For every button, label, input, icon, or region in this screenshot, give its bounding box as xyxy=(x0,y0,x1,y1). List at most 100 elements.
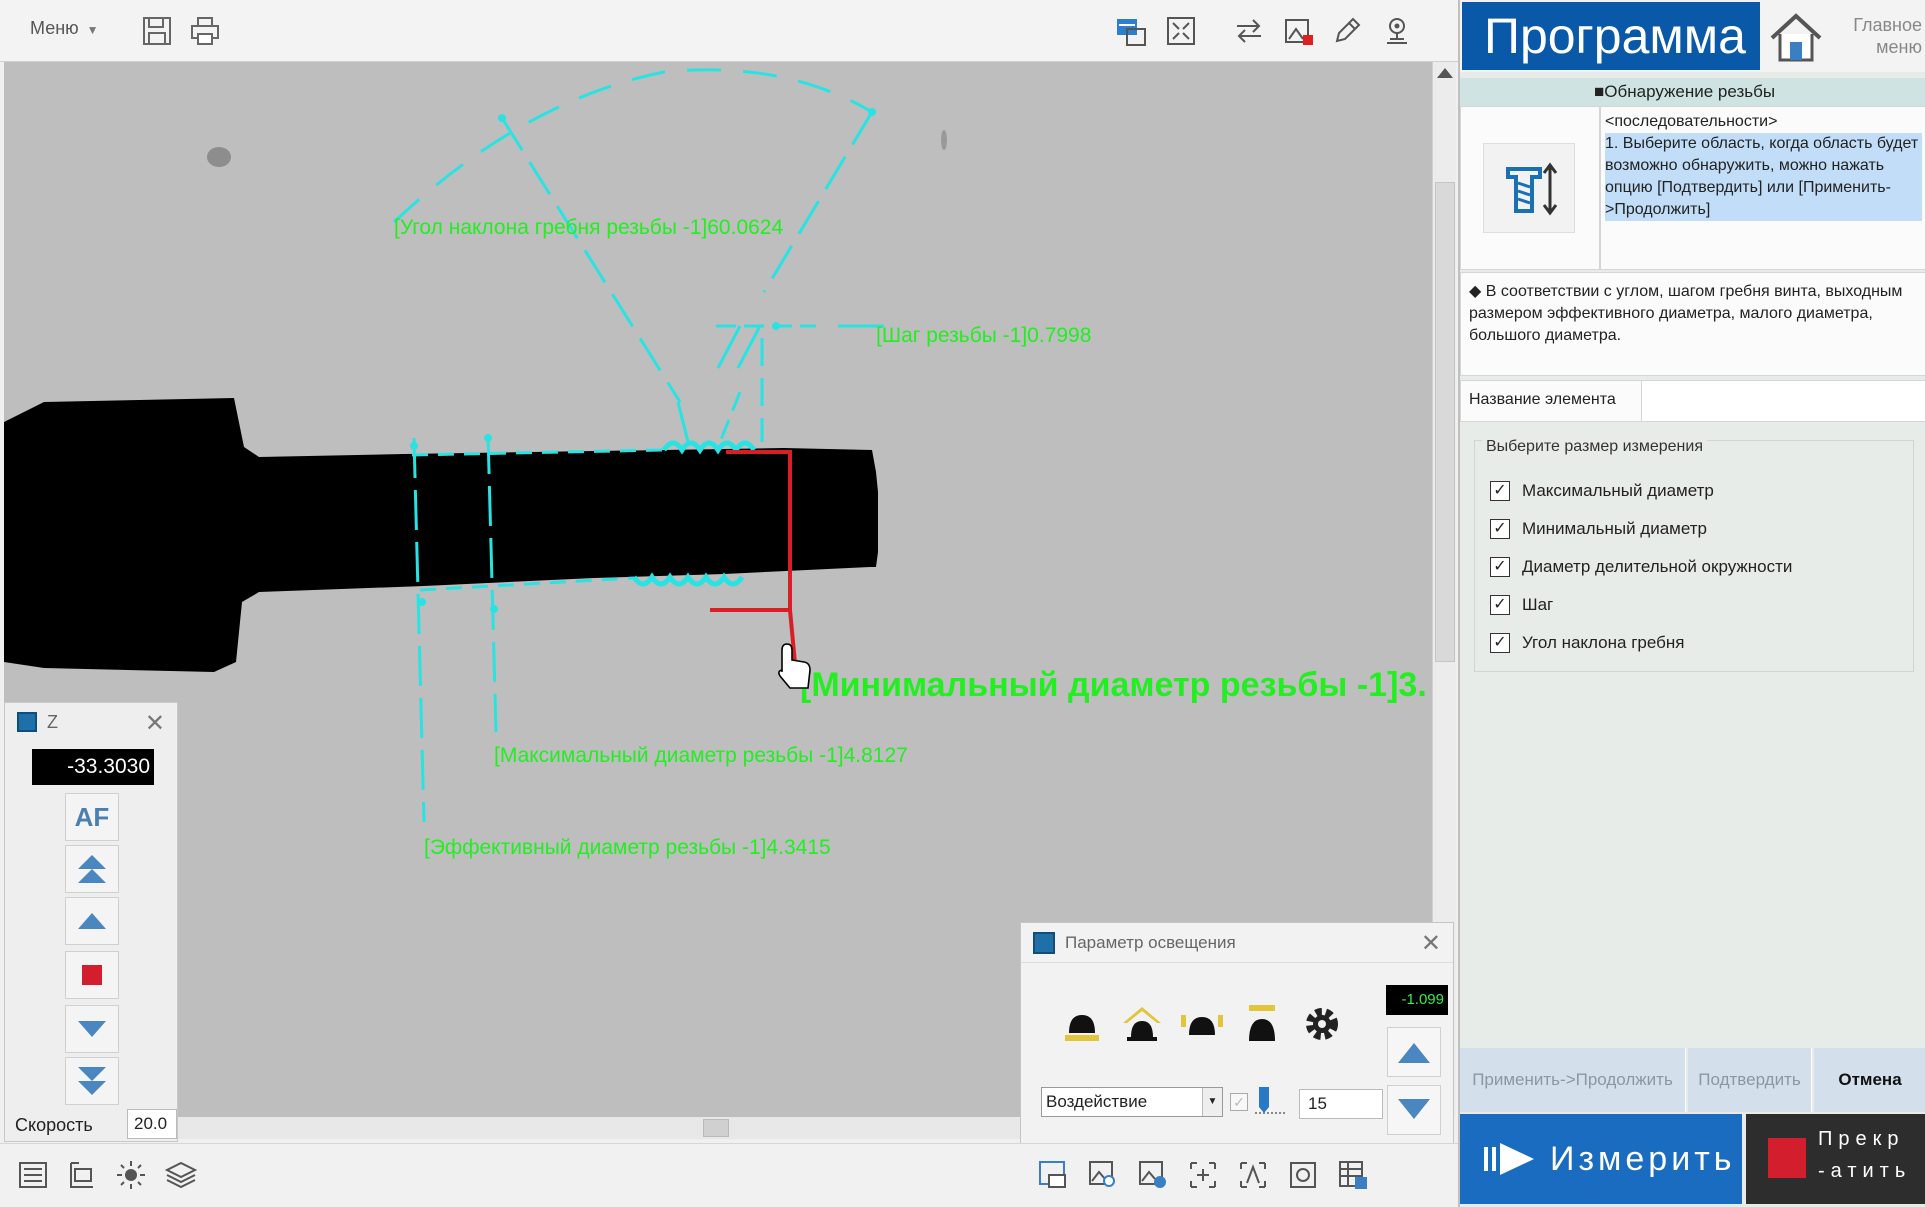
pencil-icon[interactable] xyxy=(1328,12,1366,50)
option-min-diameter[interactable]: ✓ Минимальный диаметр xyxy=(1490,516,1707,542)
checkbox-icon[interactable]: ✓ xyxy=(1490,481,1510,501)
ring-light-icon xyxy=(1123,1007,1161,1041)
light-up-button[interactable] xyxy=(1387,1027,1441,1077)
measure-label: Измерить xyxy=(1550,1139,1736,1178)
light-mode-value: Воздействие xyxy=(1046,1092,1148,1111)
save-icon[interactable] xyxy=(138,12,176,50)
list-icon[interactable] xyxy=(14,1156,52,1194)
dust-speck xyxy=(941,130,947,150)
sequence-header: <последовательности> xyxy=(1605,113,1778,130)
fit-screen-icon[interactable] xyxy=(1162,12,1200,50)
option-pitch[interactable]: ✓ Шаг xyxy=(1490,592,1553,618)
checkbox-icon[interactable]: ✓ xyxy=(1490,633,1510,653)
fast-down-button[interactable] xyxy=(65,1057,119,1105)
coaxial-light-button[interactable] xyxy=(1175,997,1229,1051)
down-button[interactable] xyxy=(65,1005,119,1053)
home-icon[interactable] xyxy=(1768,12,1824,64)
light-enable-checkbox[interactable]: ✓ xyxy=(1230,1093,1248,1111)
measure-point xyxy=(484,434,492,442)
option-max-diameter[interactable]: ✓ Максимальный диаметр xyxy=(1490,478,1714,504)
main-menu-button[interactable]: Главное меню xyxy=(1852,14,1925,58)
fast-up-button[interactable] xyxy=(65,845,119,893)
close-icon[interactable]: ✕ xyxy=(145,709,165,738)
checkbox-icon[interactable]: ✓ xyxy=(1490,595,1510,615)
layers-icon[interactable] xyxy=(162,1156,200,1194)
image-window-icon[interactable] xyxy=(1034,1156,1072,1194)
confirm-button[interactable]: Подтвердить xyxy=(1688,1048,1812,1112)
circle-frame-icon[interactable] xyxy=(1284,1156,1322,1194)
stop-z-button[interactable] xyxy=(65,951,119,999)
checkbox-icon[interactable]: ✓ xyxy=(1490,519,1510,539)
bottom-toolbar xyxy=(0,1143,1458,1207)
menu-label: Меню xyxy=(30,18,79,38)
expand-icon[interactable] xyxy=(1184,1156,1222,1194)
pitch-tick xyxy=(716,325,742,369)
ring-light-button[interactable] xyxy=(1115,997,1169,1051)
chevron-up-icon xyxy=(1398,1043,1430,1063)
apply-continue-button[interactable]: Применить->Продолжить xyxy=(1460,1048,1686,1112)
lighting-panel-header[interactable]: Параметр освещения xyxy=(1021,923,1453,963)
cancel-button[interactable]: Отмена xyxy=(1814,1048,1925,1112)
location-pin-icon[interactable] xyxy=(1378,12,1416,50)
scroll-thumb[interactable] xyxy=(1435,182,1455,662)
light-value-input[interactable]: 15 xyxy=(1299,1089,1383,1119)
element-name-input[interactable] xyxy=(1641,381,1925,421)
text-region-icon[interactable] xyxy=(1234,1156,1272,1194)
light-mode-select[interactable]: Воздействие ▼ xyxy=(1041,1087,1223,1117)
table-export-icon[interactable] xyxy=(1334,1156,1372,1194)
swap-icon[interactable] xyxy=(1230,12,1268,50)
autofocus-button[interactable]: AF xyxy=(65,793,119,841)
print-icon[interactable] xyxy=(186,12,224,50)
section-title: ■Обнаружение резьбы xyxy=(1460,78,1925,106)
image-capture-icon[interactable] xyxy=(1280,12,1318,50)
element-name-label: Название элемента xyxy=(1469,391,1616,408)
description-box: ◆ В соответствии с углом, шагом гребня в… xyxy=(1460,272,1925,376)
edge-detect-icon[interactable] xyxy=(1112,12,1150,50)
up-button[interactable] xyxy=(65,897,119,945)
measure-button[interactable]: Измерить xyxy=(1460,1114,1742,1204)
z-axis-panel: Z ✕ -33.3030 AF Скорость 20.0 xyxy=(4,702,178,1142)
image-remove-icon[interactable] xyxy=(1134,1156,1172,1194)
chevron-down-icon: ▼ xyxy=(1202,1088,1222,1116)
light-down-button[interactable] xyxy=(1387,1085,1441,1135)
scroll-up-icon[interactable] xyxy=(1437,68,1453,78)
option-pitch-diameter[interactable]: ✓ Диаметр делительной окружности xyxy=(1490,554,1792,580)
program-panel: Программа Главное меню ■Обнаружение резьб… xyxy=(1458,0,1925,1207)
checkbox-icon[interactable]: ✓ xyxy=(1490,557,1510,577)
main-menu-label: Главное xyxy=(1853,15,1922,35)
speed-input[interactable]: 20.0 xyxy=(127,1109,177,1139)
chevron-down-icon xyxy=(78,1021,106,1037)
close-icon[interactable]: ✕ xyxy=(1421,929,1441,958)
horizontal-scrollbar[interactable] xyxy=(178,1117,1020,1139)
option-label: Угол наклона гребня xyxy=(1522,633,1685,652)
minor-diameter-label: [Минимальный диаметр резьбы -1]3. xyxy=(800,666,1427,704)
major-diameter-label: [Максимальный диаметр резьбы -1]4.8127 xyxy=(494,744,908,767)
chevron-down-icon xyxy=(1398,1099,1430,1119)
stop-button[interactable]: Прекр -атить xyxy=(1746,1114,1925,1204)
option-label: Диаметр делительной окружности xyxy=(1522,557,1793,576)
option-flank-angle[interactable]: ✓ Угол наклона гребня xyxy=(1490,630,1684,656)
scroll-thumb[interactable] xyxy=(703,1119,729,1137)
stop-label: Прекр xyxy=(1818,1128,1905,1150)
zoom-image-icon[interactable] xyxy=(1084,1156,1122,1194)
element-name-row: Название элемента xyxy=(1460,380,1925,422)
panel-icon xyxy=(1033,931,1055,954)
measure-point xyxy=(498,114,506,122)
light-settings-button[interactable] xyxy=(1295,997,1349,1051)
z-readout: -33.3030 xyxy=(32,749,154,785)
chevron-down-icon: ▼ xyxy=(86,23,99,37)
bottom-light-button[interactable] xyxy=(1235,997,1289,1051)
coordinate-icon[interactable] xyxy=(62,1156,100,1194)
program-header: Программа Главное меню xyxy=(1460,0,1925,72)
menu-button[interactable]: Меню ▼ xyxy=(30,18,99,39)
sequence-box: <последовательности> 1. Выберите область… xyxy=(1600,106,1925,270)
surface-light-button[interactable] xyxy=(1055,997,1109,1051)
stop-label: -атить xyxy=(1818,1160,1912,1182)
measure-point xyxy=(868,108,876,116)
sequence-step: 1. Выберите область, когда область будет… xyxy=(1605,133,1922,221)
light-slider[interactable] xyxy=(1253,1085,1289,1121)
program-title: Программа xyxy=(1462,2,1760,70)
part-silhouette xyxy=(4,398,878,672)
panel-icon xyxy=(17,712,37,732)
brightness-icon[interactable] xyxy=(112,1156,150,1194)
